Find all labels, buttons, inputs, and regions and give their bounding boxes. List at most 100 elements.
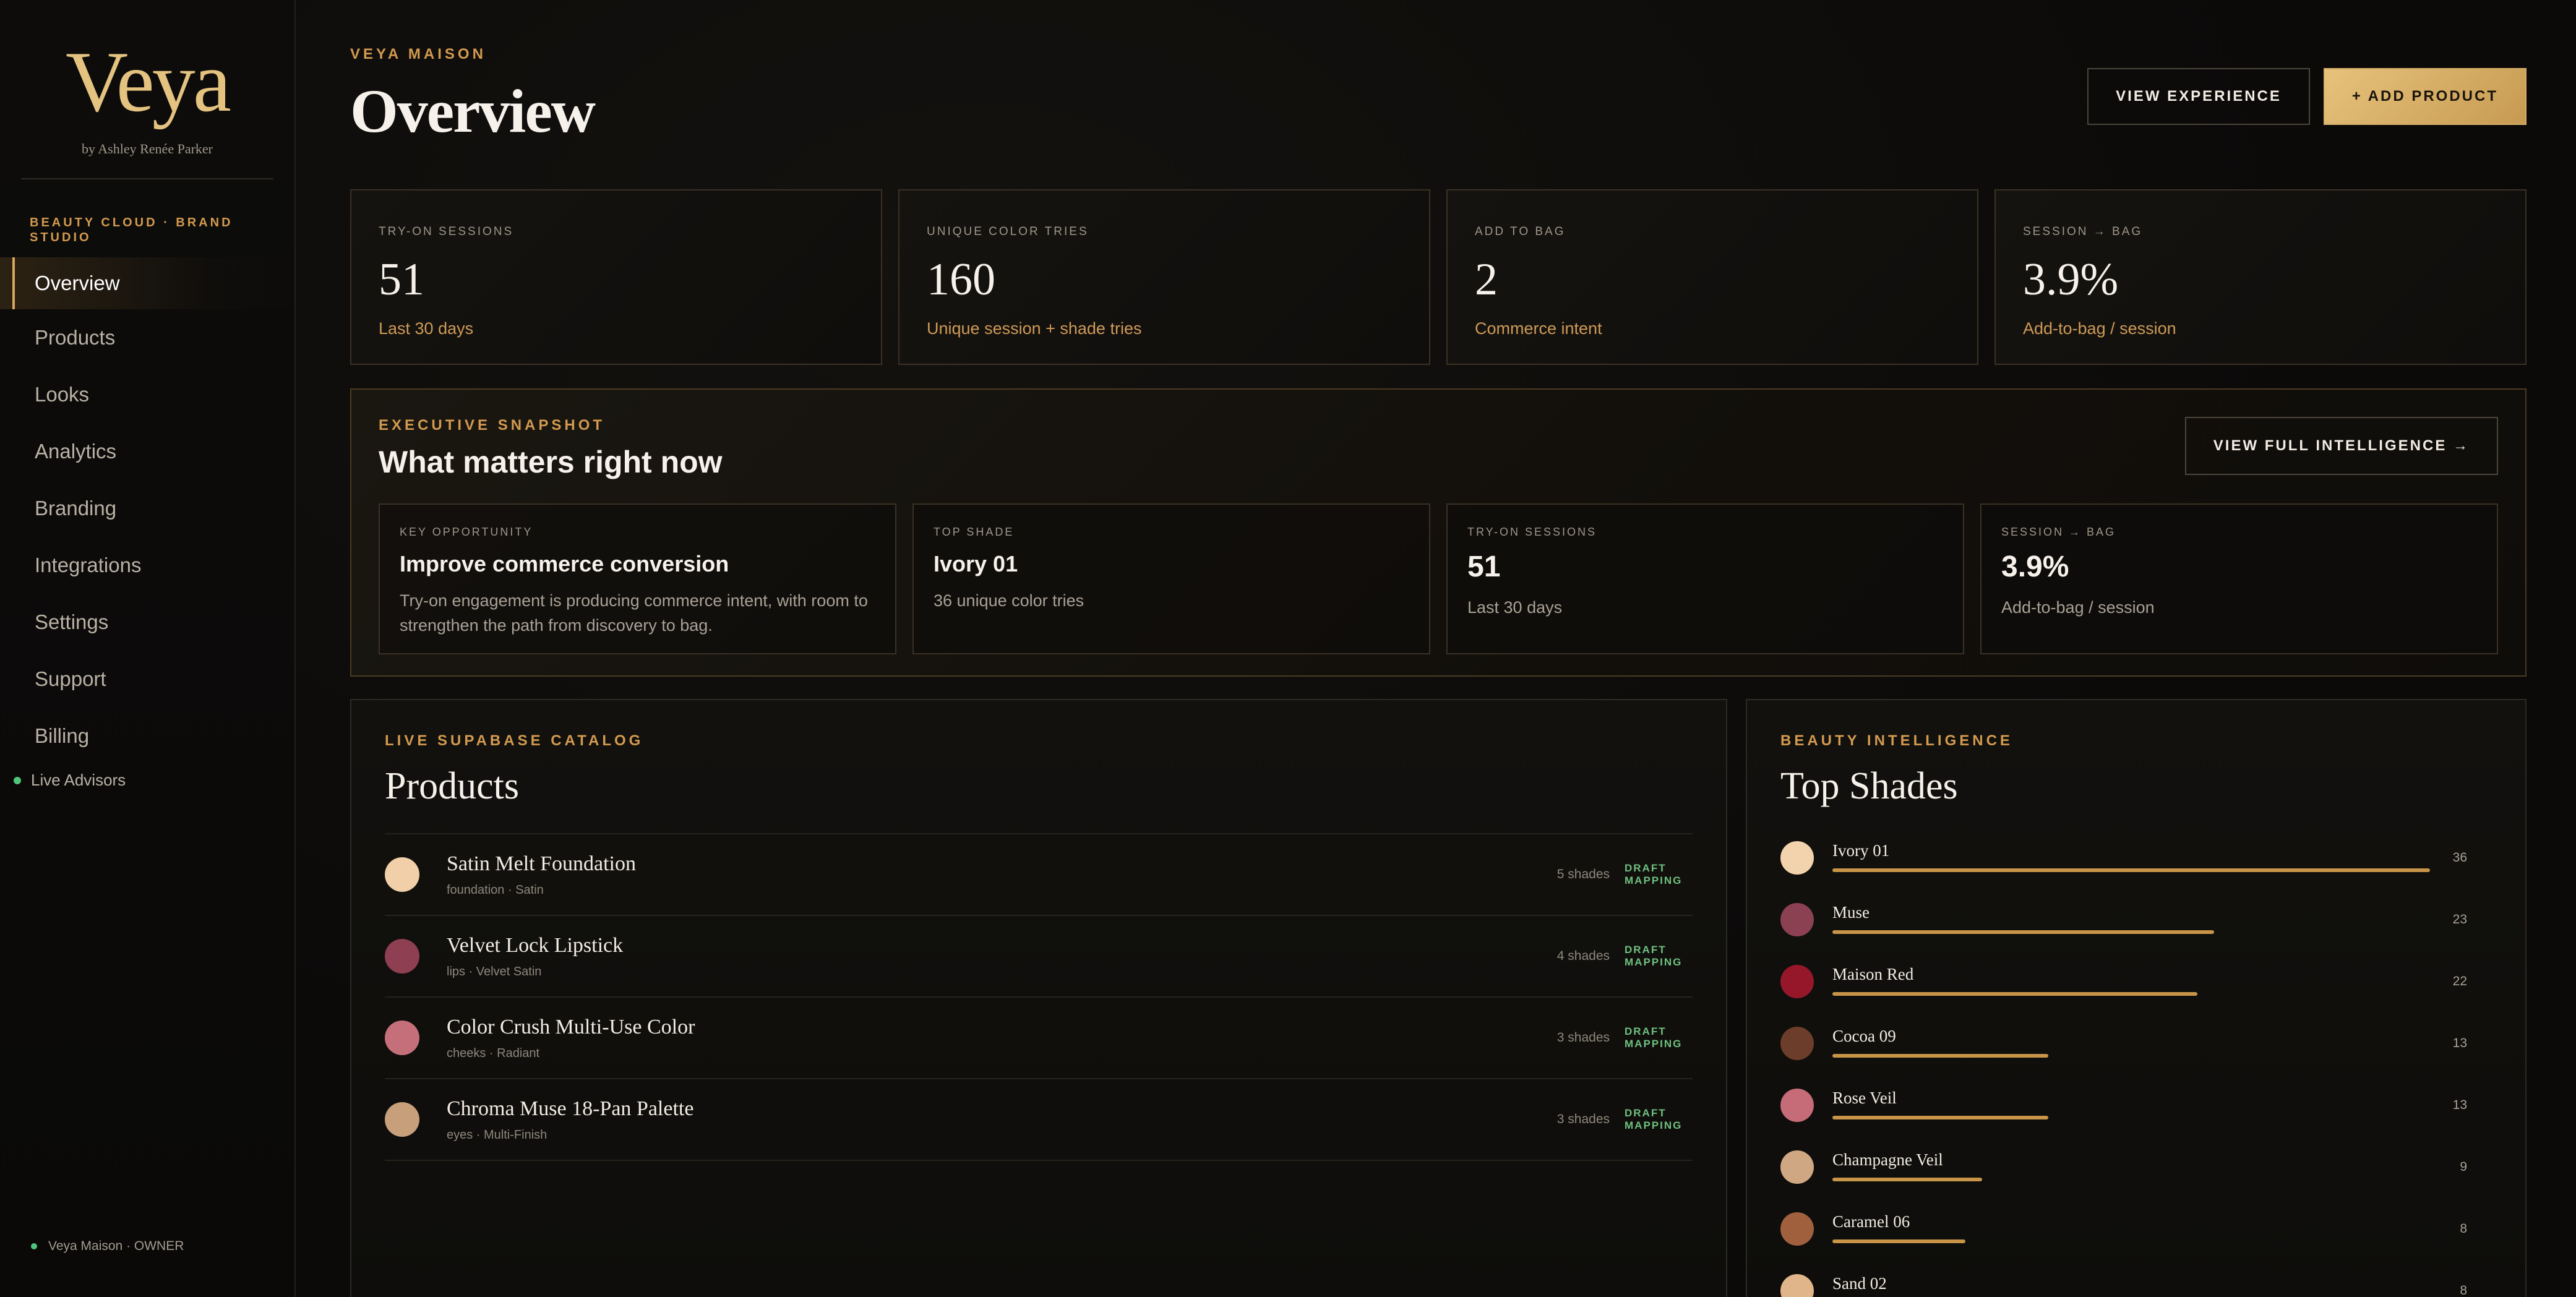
product-list: Satin Melt Foundation foundation · Satin 5… xyxy=(385,833,1693,1161)
shade-count: 13 xyxy=(2452,1098,2467,1112)
shade-info: Champagne Veil xyxy=(1832,1150,2430,1184)
shade-count: 36 xyxy=(2452,850,2467,865)
app: Veya by Ashley Renée Parker BEAUTY CLOUD… xyxy=(0,0,2576,1297)
products-panel: LIVE SUPABASE CATALOG Products Satin Mel… xyxy=(350,699,1727,1297)
product-meta: cheeks · Radiant xyxy=(447,1046,540,1060)
snapshot-card-session-to-bag: SESSION → BAG 3.9% Add-to-bag / session xyxy=(1980,503,2498,654)
shade-row[interactable]: Muse 23 xyxy=(1780,889,2467,951)
shade-info: Sand 02 xyxy=(1832,1274,2430,1297)
product-meta: eyes · Multi-Finish xyxy=(447,1128,547,1142)
shade-swatch xyxy=(1780,1274,1814,1297)
view-full-intelligence-button[interactable]: VIEW FULL INTELLIGENCE → xyxy=(2184,417,2498,475)
snapshot-cards: KEY OPPORTUNITY Improve commerce convers… xyxy=(379,503,2498,654)
snapshot-card-try-on-sessions: TRY-ON SESSIONS 51 Last 30 days xyxy=(1446,503,1964,654)
stat-value: 2 xyxy=(1475,254,1498,305)
shade-row[interactable]: Champagne Veil 9 xyxy=(1780,1136,2467,1198)
stat-sub: Unique session + shade tries xyxy=(927,319,1142,338)
nav-billing[interactable]: Billing xyxy=(0,708,294,764)
product-shade-count: 4 shades xyxy=(1556,949,1610,963)
product-info: Color Crush Multi-Use Color cheeks · Radi… xyxy=(447,1016,1557,1061)
stat-label: SESSION → BAG xyxy=(2023,225,2143,238)
shade-row[interactable]: Rose Veil 13 xyxy=(1780,1074,2467,1136)
product-swatch xyxy=(385,1021,419,1055)
shade-info: Rose Veil xyxy=(1832,1089,2430,1122)
executive-snapshot: EXECUTIVE SNAPSHOT What matters right no… xyxy=(350,388,2527,677)
shade-row[interactable]: Caramel 06 8 xyxy=(1780,1198,2467,1260)
shade-row[interactable]: Cocoa 09 13 xyxy=(1780,1012,2467,1074)
product-info: Satin Melt Foundation foundation · Satin xyxy=(447,852,1557,897)
product-row[interactable]: Color Crush Multi-Use Color cheeks · Radi… xyxy=(385,998,1693,1079)
shade-bar xyxy=(1832,930,2215,934)
product-swatch xyxy=(385,939,419,974)
snapshot-card-text: 36 unique color tries xyxy=(934,591,1084,610)
product-name: Chroma Muse 18-Pan Palette xyxy=(447,1097,694,1120)
header-actions: VIEW EXPERIENCE + ADD PRODUCT xyxy=(2087,68,2527,125)
product-status-badge: DRAFT MAPPING xyxy=(1625,1025,1683,1050)
product-swatch xyxy=(385,857,419,892)
stat-card-unique-color-tries: UNIQUE COLOR TRIES 160 Unique session + … xyxy=(898,189,1430,365)
products-eyebrow: LIVE SUPABASE CATALOG xyxy=(385,732,644,749)
shade-bar-track xyxy=(1832,930,2430,934)
nav-looks[interactable]: Looks xyxy=(0,366,294,423)
shade-name: Muse xyxy=(1832,903,1870,922)
nav-branding[interactable]: Branding xyxy=(0,480,294,537)
product-shade-count: 3 shades xyxy=(1556,1112,1610,1126)
shade-bar-track xyxy=(1832,1178,2430,1181)
snapshot-eyebrow: EXECUTIVE SNAPSHOT xyxy=(379,417,606,434)
stat-label: ADD TO BAG xyxy=(1475,225,1566,238)
account-owner[interactable]: Veya Maison · OWNER xyxy=(31,1239,184,1254)
product-name: Velvet Lock Lipstick xyxy=(447,933,624,957)
stat-card-session-to-bag: SESSION → BAG 3.9% Add-to-bag / session xyxy=(1994,189,2527,365)
nav-analytics[interactable]: Analytics xyxy=(0,423,294,480)
page-header: VEYA MAISON Overview VIEW EXPERIENCE + A… xyxy=(350,0,2527,189)
brand-logo[interactable]: Veya by Ashley Renée Parker xyxy=(0,0,294,157)
shade-bar-track xyxy=(1832,1116,2430,1119)
products-title: Products xyxy=(385,765,519,807)
shade-row[interactable]: Maison Red 22 xyxy=(1780,951,2467,1012)
shade-row[interactable]: Ivory 01 36 xyxy=(1780,827,2467,889)
nav-overview[interactable]: Overview xyxy=(0,257,294,309)
product-status-badge: DRAFT MAPPING xyxy=(1625,944,1683,968)
snapshot-card-label: SESSION → BAG xyxy=(2001,526,2116,538)
product-info: Velvet Lock Lipstick lips · Velvet Satin xyxy=(447,934,1557,979)
shade-name: Champagne Veil xyxy=(1832,1150,1943,1169)
shade-count: 23 xyxy=(2452,912,2467,927)
shade-bar xyxy=(1832,992,2198,996)
shade-bar xyxy=(1832,1178,1982,1181)
nav-settings[interactable]: Settings xyxy=(0,594,294,651)
snapshot-card-text: Add-to-bag / session xyxy=(2001,598,2155,617)
nav-integrations[interactable]: Integrations xyxy=(0,537,294,594)
live-advisors-label: Live Advisors xyxy=(31,771,126,789)
nav-support[interactable]: Support xyxy=(0,651,294,708)
product-status-badge: DRAFT MAPPING xyxy=(1625,1107,1683,1131)
snapshot-card-head: Improve commerce conversion xyxy=(400,551,729,576)
shade-name: Ivory 01 xyxy=(1832,841,1890,860)
shade-info: Caramel 06 xyxy=(1832,1212,2430,1246)
live-advisors-link[interactable]: Live Advisors xyxy=(0,771,294,790)
shade-bar-track xyxy=(1832,1054,2430,1058)
add-product-button[interactable]: + ADD PRODUCT xyxy=(2323,68,2527,125)
shade-name: Sand 02 xyxy=(1832,1274,1887,1293)
view-experience-button[interactable]: VIEW EXPERIENCE xyxy=(2087,68,2310,125)
shade-swatch xyxy=(1780,903,1814,936)
stat-value: 51 xyxy=(379,254,424,305)
top-shades-panel: BEAUTY INTELLIGENCE Top Shades Ivory 01 3… xyxy=(1746,699,2527,1297)
snapshot-card-label: TOP SHADE xyxy=(934,526,1015,538)
shade-bar-track xyxy=(1832,868,2430,872)
shade-swatch xyxy=(1780,1150,1814,1184)
shade-count: 13 xyxy=(2452,1036,2467,1050)
logo-byline: by Ashley Renée Parker xyxy=(82,141,213,156)
snapshot-card-label: TRY-ON SESSIONS xyxy=(1467,526,1597,538)
stat-sub: Commerce intent xyxy=(1475,319,1602,338)
stat-sub: Last 30 days xyxy=(379,319,474,338)
nav-products[interactable]: Products xyxy=(0,309,294,366)
shade-row[interactable]: Sand 02 8 xyxy=(1780,1260,2467,1297)
stat-value: 3.9% xyxy=(2023,254,2119,305)
product-status-badge: DRAFT MAPPING xyxy=(1625,862,1683,886)
product-row[interactable]: Satin Melt Foundation foundation · Satin 5… xyxy=(385,834,1693,916)
product-row[interactable]: Velvet Lock Lipstick lips · Velvet Satin 4… xyxy=(385,916,1693,998)
snapshot-card-value: 3.9% xyxy=(2001,550,2069,583)
sidebar-divider xyxy=(21,178,273,179)
product-row[interactable]: Chroma Muse 18-Pan Palette eyes · Multi-F… xyxy=(385,1079,1693,1161)
stat-label: TRY-ON SESSIONS xyxy=(379,225,514,238)
